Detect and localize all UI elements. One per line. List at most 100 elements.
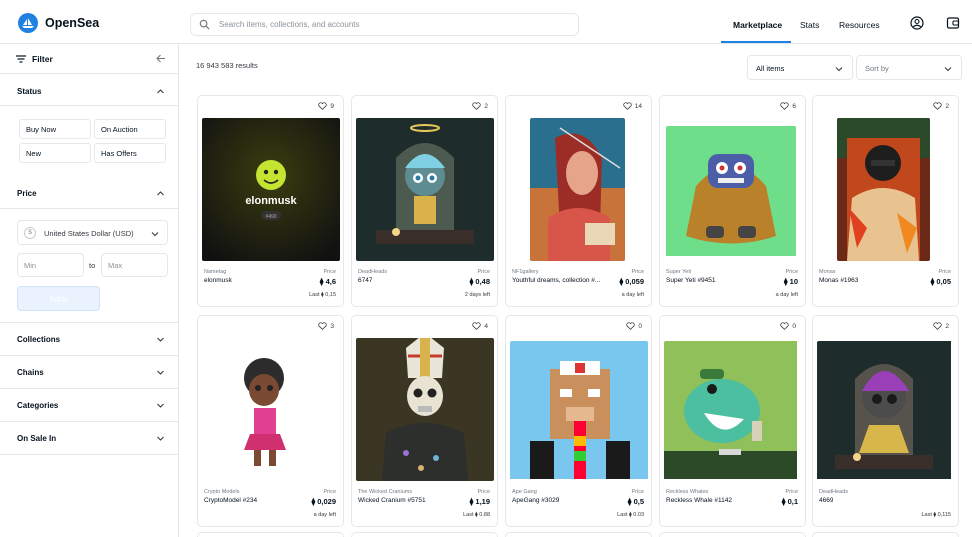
- nft-card[interactable]: 0 Ape Gang ApeGang #3029 Price ⧫ 0,5 Las…: [505, 315, 652, 527]
- item-price: ⧫ 10: [783, 277, 798, 286]
- favorite-count: 9: [330, 102, 334, 110]
- min-price-input[interactable]: Min: [17, 253, 84, 277]
- heart-icon: [933, 102, 943, 110]
- favorite-button[interactable]: 14: [623, 102, 642, 110]
- favorite-count: 2: [945, 322, 949, 330]
- status-new[interactable]: New: [19, 143, 91, 163]
- nft-card[interactable]: 4 The Wicked Craniums Wicked Cranium #57…: [351, 315, 498, 527]
- nft-card[interactable]: 0 Reckless Whales Reckless Whale #1142 P…: [659, 315, 806, 527]
- nav-marketplace[interactable]: Marketplace: [733, 20, 782, 30]
- nft-image[interactable]: [817, 341, 955, 484]
- results-count: 16 943 583 results: [196, 61, 258, 70]
- favorite-button[interactable]: 4: [472, 322, 488, 330]
- nft-image[interactable]: [530, 118, 625, 261]
- favorite-button[interactable]: 3: [318, 322, 334, 330]
- collection-name[interactable]: Crypto Models: [204, 489, 239, 495]
- top-header: OpenSea Search items, collections, and a…: [0, 0, 972, 44]
- collapse-arrow-icon[interactable]: [156, 54, 166, 63]
- item-name[interactable]: Reckless Whale #1142: [666, 497, 732, 504]
- sort-select[interactable]: Sort by: [856, 55, 962, 80]
- nft-card[interactable]: 9 #490 elonmusk Nametag elonmusk Price ⧫ …: [197, 95, 344, 307]
- apply-button[interactable]: Apply: [17, 286, 100, 311]
- chevron-up-icon[interactable]: [156, 87, 165, 96]
- wallet-icon[interactable]: [946, 16, 960, 30]
- nft-image[interactable]: [666, 126, 796, 269]
- collection-name[interactable]: Ape Gang: [512, 489, 537, 495]
- nft-image[interactable]: [664, 341, 802, 484]
- heart-icon: [780, 102, 790, 110]
- favorite-count: 6: [792, 102, 796, 110]
- nft-card[interactable]: 2 Monas Monas #1963 Price ⧫ 0,05: [812, 95, 959, 307]
- nft-image[interactable]: [356, 338, 494, 481]
- favorite-button[interactable]: 0: [780, 322, 796, 330]
- status-has-offers[interactable]: Has Offers: [94, 143, 166, 163]
- nft-card[interactable]: 14 NF1gallery Youthful dreams, collectio…: [505, 95, 652, 307]
- collection-name[interactable]: DeadHeads: [358, 269, 387, 275]
- currency-select[interactable]: $ United States Dollar (USD): [17, 220, 168, 245]
- collection-name[interactable]: NF1gallery: [512, 269, 539, 275]
- collection-name[interactable]: Reckless Whales: [666, 489, 708, 495]
- price-title[interactable]: Price: [17, 189, 37, 198]
- collection-name[interactable]: Super Yeti: [666, 269, 691, 275]
- favorite-button[interactable]: 2: [472, 102, 488, 110]
- nft-image[interactable]: [837, 118, 930, 261]
- status-on-auction[interactable]: On Auction: [94, 119, 166, 139]
- heart-icon: [318, 322, 328, 330]
- item-name[interactable]: elonmusk: [204, 277, 232, 284]
- search-input[interactable]: Search items, collections, and accounts: [219, 20, 360, 29]
- filter-title: Filter: [32, 54, 53, 64]
- nft-image[interactable]: #490 elonmusk: [202, 118, 340, 261]
- item-name[interactable]: Monas #1963: [819, 277, 858, 284]
- opensea-logo[interactable]: OpenSea: [18, 13, 99, 33]
- item-name[interactable]: Super Yeti #9451: [666, 277, 716, 284]
- item-name[interactable]: ApeGang #3029: [512, 497, 559, 504]
- nft-card[interactable]: 2 DeadHeads 4669 Last ⧫ 0,115: [812, 315, 959, 527]
- favorite-button[interactable]: 6: [780, 102, 796, 110]
- favorite-button[interactable]: 2: [933, 322, 949, 330]
- price-label: Price: [785, 489, 798, 495]
- categories-section[interactable]: Categories: [0, 389, 178, 422]
- nft-card[interactable]: 6 Super Yeti Super Yeti #9451 Price ⧫ 10…: [659, 95, 806, 307]
- card-footer: Last ⧫ 0,15: [309, 292, 336, 298]
- price-label: Price: [785, 269, 798, 275]
- collection-name[interactable]: Monas: [819, 269, 836, 275]
- items-filter-select[interactable]: All items: [747, 55, 853, 80]
- max-price-input[interactable]: Max: [101, 253, 168, 277]
- nft-image[interactable]: [202, 338, 340, 481]
- nft-image[interactable]: [356, 118, 494, 261]
- chevron-up-icon[interactable]: [156, 189, 165, 198]
- favorite-count: 14: [634, 102, 642, 110]
- nft-card[interactable]: 3 Crypto Models CryptoModel #234 Price ⧫…: [197, 315, 344, 527]
- favorite-button[interactable]: 9: [318, 102, 334, 110]
- item-name[interactable]: Wicked Cranium #5751: [358, 497, 426, 504]
- chains-section[interactable]: Chains: [0, 356, 178, 389]
- collection-name[interactable]: Nametag: [204, 269, 226, 275]
- favorite-button[interactable]: 0: [626, 322, 642, 330]
- item-price: ⧫ 0,05: [930, 277, 951, 286]
- item-name[interactable]: Youthful dreams, collection #...: [512, 277, 600, 284]
- nft-image[interactable]: [510, 341, 648, 484]
- favorite-button[interactable]: 2: [933, 102, 949, 110]
- status-title[interactable]: Status: [17, 87, 41, 96]
- on-sale-in-section[interactable]: On Sale In: [0, 422, 178, 455]
- status-buy-now[interactable]: Buy Now: [19, 119, 91, 139]
- currency-value: United States Dollar (USD): [44, 229, 134, 238]
- nft-card[interactable]: 2 DeadHeads 6747 Price ⧫ 0,48 2 days lef…: [351, 95, 498, 307]
- favorite-count: 0: [792, 322, 796, 330]
- filter-icon: [16, 55, 26, 63]
- chevron-down-icon: [835, 67, 843, 72]
- item-name[interactable]: 6747: [358, 277, 372, 284]
- nav-stats[interactable]: Stats: [800, 20, 819, 30]
- nav-resources[interactable]: Resources: [839, 20, 880, 30]
- dollar-icon: $: [24, 227, 36, 239]
- collections-section[interactable]: Collections: [0, 323, 178, 356]
- account-icon[interactable]: [910, 16, 924, 30]
- collection-name[interactable]: DeadHeads: [819, 489, 848, 495]
- heart-icon: [472, 102, 482, 110]
- card-footer: 2 days left: [464, 292, 490, 298]
- item-name[interactable]: CryptoModel #234: [204, 497, 257, 504]
- item-name[interactable]: 4669: [819, 497, 833, 504]
- collection-name[interactable]: The Wicked Craniums: [358, 489, 412, 495]
- item-price: ⧫ 0,48: [469, 277, 490, 286]
- search-bar[interactable]: Search items, collections, and accounts: [190, 13, 579, 36]
